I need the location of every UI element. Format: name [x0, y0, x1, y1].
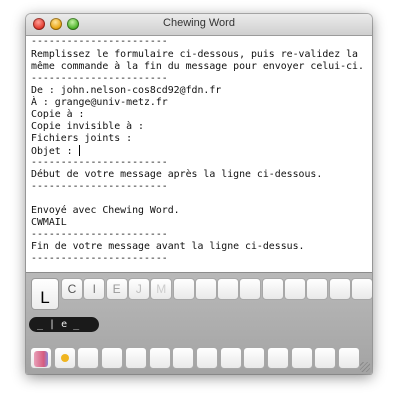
yellow-dot-key[interactable] [53, 347, 76, 369]
keyboard-panel: L _ | e _ CIEJM [26, 272, 372, 374]
letter-key-i[interactable]: I [83, 278, 106, 300]
title-bar: Chewing Word [26, 14, 372, 36]
text-line: ----------------------- [31, 253, 168, 264]
message-text-area[interactable]: ----------------------- Remplissez le for… [26, 36, 372, 272]
yellow-dot-icon [60, 354, 69, 362]
blank-key[interactable] [261, 278, 284, 300]
text-line: Fin de votre message avant la ligne ci-d… [31, 241, 305, 252]
blank-key[interactable] [328, 278, 351, 300]
chewing-word-window: Chewing Word ----------------------- Remp… [26, 14, 372, 374]
text-line: De : john.nelson-cos8cd92@fdn.fr [31, 85, 222, 96]
blank-key[interactable] [124, 347, 147, 369]
letter-key-j[interactable]: J [127, 278, 150, 300]
resize-grip-icon[interactable] [360, 362, 370, 372]
blank-key[interactable] [217, 278, 240, 300]
blank-key[interactable] [77, 347, 100, 369]
blank-key[interactable] [243, 347, 266, 369]
text-line: Fichiers joints : [31, 133, 133, 144]
blank-key[interactable] [267, 347, 289, 369]
word-suggestion[interactable]: _ | e _ [29, 317, 99, 332]
pink-swatch-key[interactable] [30, 347, 52, 369]
text-caret [78, 145, 80, 156]
text-line: CWMAIL [31, 217, 67, 228]
pink-swatch-icon [34, 351, 48, 367]
letter-key-m[interactable]: M [150, 278, 173, 300]
window-title: Chewing Word [163, 17, 235, 29]
blank-key[interactable] [172, 278, 195, 300]
text-line: ----------------------- [31, 73, 168, 84]
blank-key[interactable] [306, 278, 329, 300]
blank-key[interactable] [290, 347, 313, 369]
text-line: Début de votre message après la ligne ci… [31, 169, 323, 180]
big-letter-key[interactable]: L [31, 278, 59, 310]
text-line: Remplissez le formulaire ci-dessous, pui… [31, 49, 358, 60]
letter-key-e[interactable]: E [105, 278, 128, 300]
blank-key[interactable] [194, 278, 217, 300]
text-line: Envoyé avec Chewing Word. [31, 205, 180, 216]
blank-key[interactable] [314, 347, 337, 369]
text-line: Copie à : [31, 109, 85, 120]
blank-key[interactable] [195, 347, 218, 369]
text-line: ----------------------- [31, 229, 168, 240]
text-line: À : grange@univ-metz.fr [31, 97, 168, 108]
blank-key[interactable] [172, 347, 195, 369]
blank-key[interactable] [284, 278, 306, 300]
text-line: même commande à la fin du message pour e… [31, 61, 364, 72]
text-line: ----------------------- [31, 157, 168, 168]
blank-key[interactable] [101, 347, 124, 369]
text-line: Copie invisible à : [31, 121, 144, 132]
blank-key[interactable] [338, 347, 361, 369]
letter-key-c[interactable]: C [61, 278, 83, 300]
blank-key[interactable] [148, 347, 171, 369]
text-line: ----------------------- [31, 181, 168, 192]
text-line: ----------------------- [31, 36, 168, 47]
blank-key[interactable] [219, 347, 242, 369]
blank-key[interactable] [350, 278, 372, 300]
blank-key[interactable] [239, 278, 262, 300]
